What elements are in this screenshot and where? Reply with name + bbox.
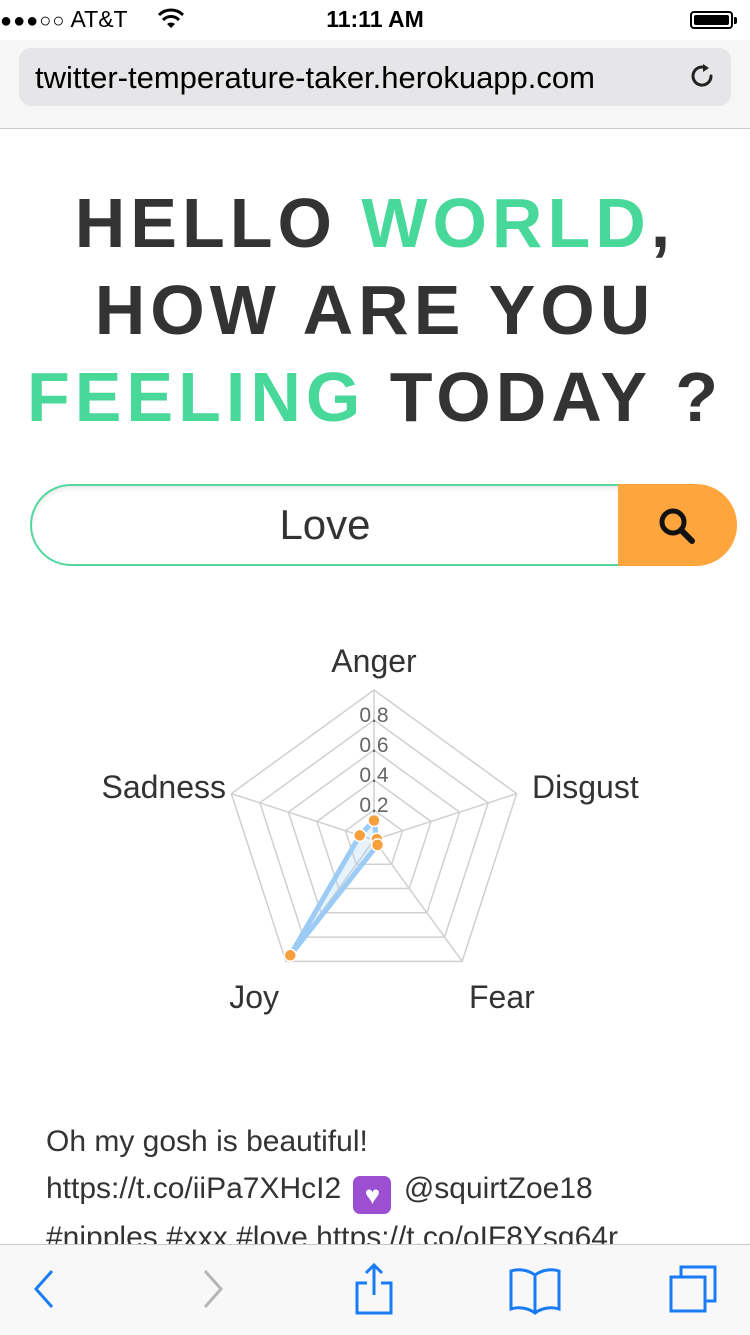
title-accent-feeling: FEELING bbox=[26, 358, 366, 436]
tabs-icon[interactable] bbox=[665, 1259, 725, 1319]
radar-tick-label: 0.8 bbox=[359, 704, 388, 727]
heart-emoji-icon: ♥ bbox=[353, 1176, 392, 1214]
radar-axis-label: Joy bbox=[229, 979, 279, 1015]
status-bar: ●●●○○ AT&T 11:11 AM bbox=[0, 0, 750, 40]
radar-tick-label: 0.4 bbox=[359, 764, 389, 787]
share-icon[interactable] bbox=[345, 1259, 405, 1319]
tweet-line-1: Oh my gosh is beautiful! bbox=[46, 1125, 368, 1158]
tweet-mention[interactable]: @squirtZoe18 bbox=[404, 1172, 593, 1205]
radar-data-point[interactable] bbox=[352, 828, 367, 843]
emotion-radar-chart: 0.2 0.4 0.6 0.8 Anger Disgust Fear Joy Sadness bbox=[101, 643, 639, 1015]
battery-icon bbox=[690, 11, 737, 29]
search-icon bbox=[659, 508, 695, 544]
tweet-line-2: https://t.co/iiPa7XHcI2 ♥ @squirtZoe18 bbox=[46, 1165, 726, 1214]
search-button[interactable] bbox=[618, 484, 737, 566]
radar-tick-label: 0.2 bbox=[359, 794, 388, 817]
browser-chrome: twitter-temperature-taker.herokuapp.com bbox=[0, 40, 750, 129]
radar-spoke bbox=[373, 839, 463, 962]
title-line-3: FEELING TODAY ? bbox=[26, 358, 724, 436]
title-line-1: HELLO WORLD, bbox=[74, 184, 676, 262]
radar-data-point[interactable] bbox=[367, 813, 381, 828]
radar-axis-label: Disgust bbox=[532, 769, 639, 805]
browser-toolbar bbox=[0, 1244, 750, 1335]
forward-icon[interactable] bbox=[185, 1259, 245, 1319]
radar-spoke bbox=[231, 792, 375, 841]
radar-data-point[interactable] bbox=[370, 838, 385, 852]
radar-tick-label: 0.6 bbox=[359, 734, 388, 757]
radar-axis-label: Fear bbox=[469, 979, 535, 1015]
radar-data-point[interactable] bbox=[283, 948, 297, 963]
radar-axis-label: Sadness bbox=[101, 769, 226, 805]
address-bar[interactable]: twitter-temperature-taker.herokuapp.com bbox=[19, 48, 731, 106]
clock: 11:11 AM bbox=[326, 6, 424, 32]
tweet-text: Oh my gosh is beautiful! https://t.co/ii… bbox=[46, 1118, 726, 1261]
page-title: HELLO WORLD, HOW ARE YOU FEELING TODAY ? bbox=[0, 180, 750, 441]
tweet-link[interactable]: https://t.co/iiPa7XHcI2 bbox=[46, 1172, 341, 1205]
title-accent-world: WORLD bbox=[361, 184, 651, 262]
back-icon[interactable] bbox=[22, 1259, 82, 1319]
title-line-2: HOW ARE YOU bbox=[94, 271, 656, 349]
bookmarks-icon[interactable] bbox=[505, 1259, 565, 1319]
search-input[interactable] bbox=[30, 484, 618, 566]
reload-icon[interactable] bbox=[687, 61, 717, 91]
url-text[interactable]: twitter-temperature-taker.herokuapp.com bbox=[35, 60, 595, 96]
search-form bbox=[30, 484, 737, 566]
radar-spoke bbox=[373, 792, 517, 841]
radar-axis-label: Anger bbox=[331, 643, 417, 679]
